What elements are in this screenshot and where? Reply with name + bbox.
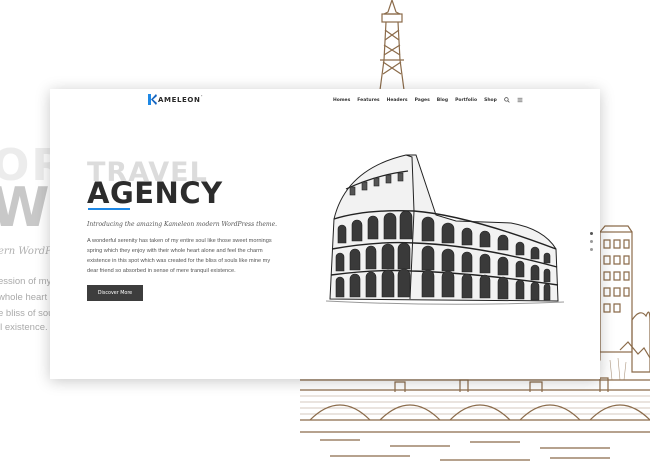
hero-description-line: A wonderful serenity has taken of my ent… bbox=[87, 238, 272, 244]
title-accent-underline bbox=[88, 208, 130, 210]
nav-menu: Homes Features Headers Pages Blog Portfo… bbox=[333, 97, 523, 103]
nav-item-headers[interactable]: Headers bbox=[387, 98, 408, 103]
background-text-line: whole heart bbox=[0, 292, 48, 303]
browser-preview-card: AMELEON ' Homes Features Headers Pages B… bbox=[50, 89, 600, 379]
nav-item-portfolio[interactable]: Portfolio bbox=[455, 98, 477, 103]
slider-dot[interactable] bbox=[589, 232, 593, 235]
nav-item-shop[interactable]: Shop bbox=[484, 98, 497, 103]
top-navigation: AMELEON ' Homes Features Headers Pages B… bbox=[50, 89, 600, 111]
hero-description-line: existence in this spot which was created… bbox=[87, 258, 271, 264]
nav-item-pages[interactable]: Pages bbox=[415, 98, 430, 103]
logo-wordmark: AMELEON bbox=[158, 95, 201, 104]
nav-item-features[interactable]: Features bbox=[357, 98, 379, 103]
search-icon[interactable] bbox=[504, 97, 510, 103]
slider-dot[interactable] bbox=[589, 240, 593, 243]
background-text-line: ession of my bbox=[0, 276, 52, 287]
discover-more-button[interactable]: Discover More bbox=[87, 285, 143, 301]
kameleon-logo-icon bbox=[148, 94, 157, 105]
site-logo[interactable]: AMELEON ' bbox=[148, 94, 202, 105]
hero-description-line: spring which they enjoy with their whole… bbox=[87, 248, 263, 254]
slider-dot[interactable] bbox=[589, 248, 593, 251]
background-text-line: e bliss of sou bbox=[0, 308, 54, 319]
hero-description-line: dear friend so absorbed in sense of mere… bbox=[87, 268, 236, 274]
background-text-line: il existence. bbox=[0, 322, 48, 333]
colosseum-illustration bbox=[326, 154, 565, 305]
hero-title: AGENCY bbox=[87, 176, 223, 210]
nav-item-blog[interactable]: Blog bbox=[437, 98, 448, 103]
nav-item-homes[interactable]: Homes bbox=[333, 98, 350, 103]
slider-pagination bbox=[586, 229, 596, 263]
menu-icon[interactable] bbox=[517, 97, 523, 103]
hero-tagline: Introducing the amazing Kameleon modern … bbox=[87, 221, 278, 228]
logo-superscript: ' bbox=[201, 94, 203, 101]
